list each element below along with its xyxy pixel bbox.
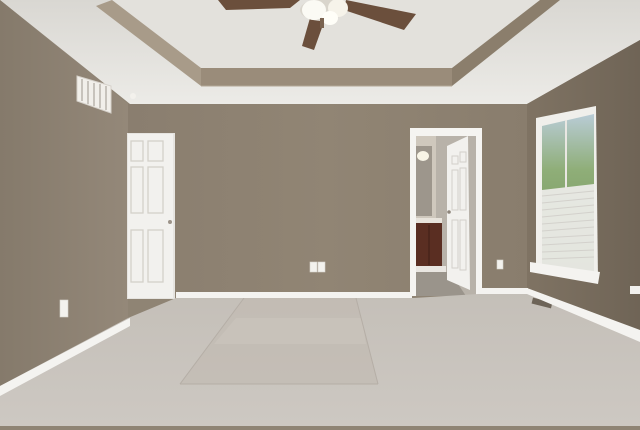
door-frame-edge: [630, 286, 640, 294]
tray-band-front: [201, 68, 452, 86]
window-icon: [530, 106, 600, 284]
vacant-bedroom-photo: [0, 0, 640, 426]
closet-door: [127, 133, 175, 299]
room-illustration: [0, 0, 640, 426]
smoke-detector: [130, 93, 136, 99]
vanity-light: [417, 151, 429, 161]
bathroom-doorway: [410, 128, 482, 296]
